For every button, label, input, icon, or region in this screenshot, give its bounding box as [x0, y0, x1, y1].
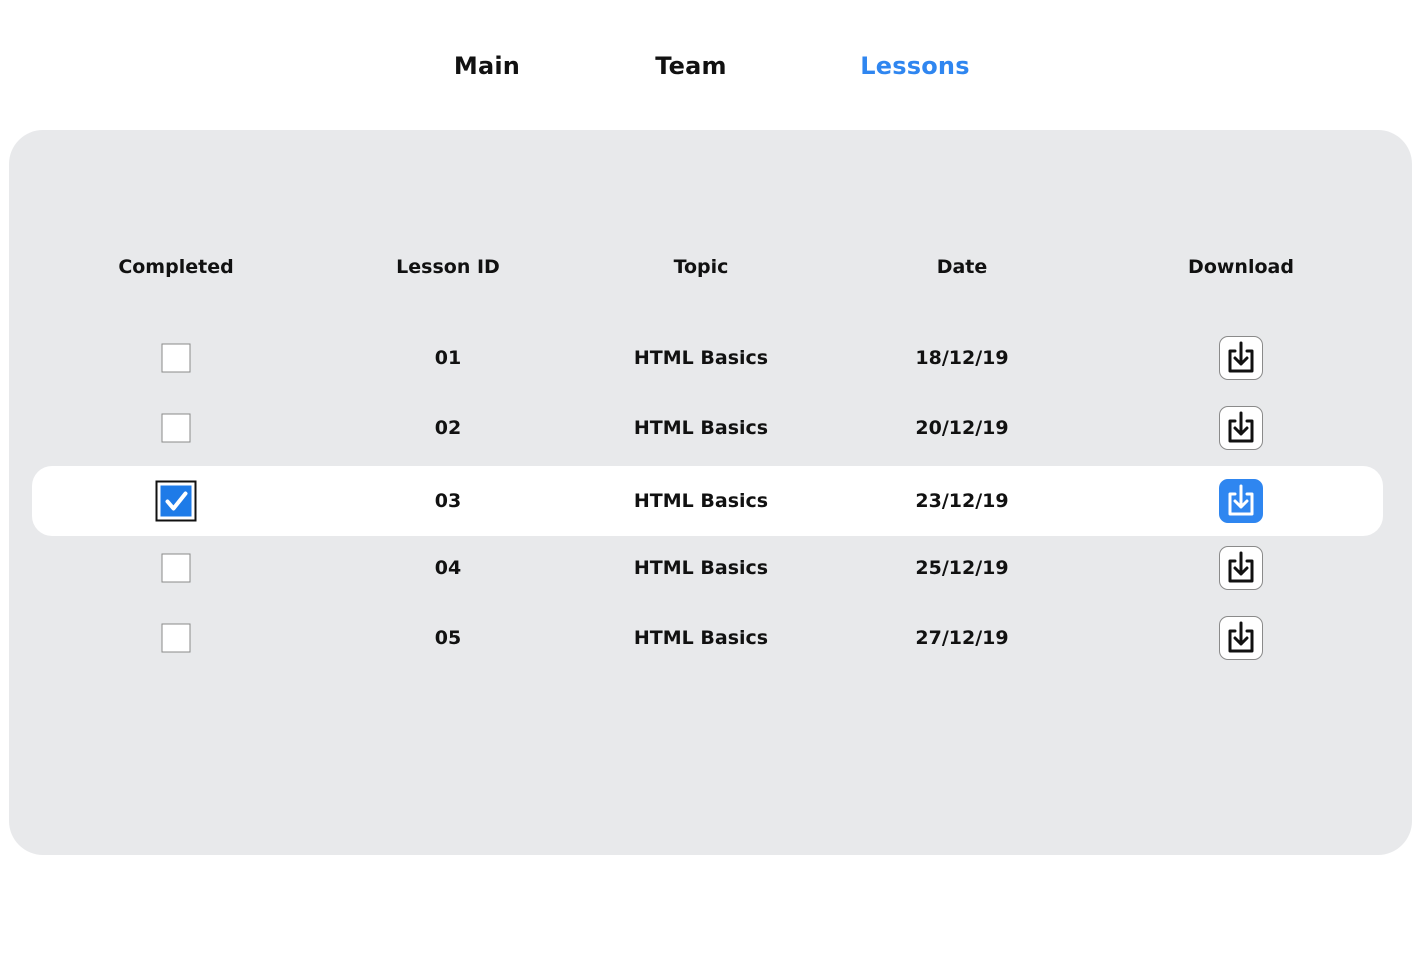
completed-checkbox-checked[interactable]: [155, 480, 197, 522]
nav-link-main[interactable]: Main: [454, 52, 520, 80]
table-row[interactable]: 04 HTML Basics 25/12/19: [32, 533, 1383, 603]
download-button[interactable]: [1219, 546, 1263, 590]
download-button[interactable]: [1219, 336, 1263, 380]
topic-cell: HTML Basics: [633, 490, 769, 512]
lessons-panel: Completed Lesson ID Topic Date Download …: [9, 130, 1412, 855]
date-cell: 27/12/19: [915, 627, 1009, 649]
topic-cell: HTML Basics: [633, 557, 769, 579]
table-row[interactable]: 01 HTML Basics 18/12/19: [32, 323, 1383, 393]
lesson-id-cell: 03: [434, 490, 462, 512]
header-topic: Topic: [673, 256, 729, 278]
lesson-id-cell: 04: [434, 557, 462, 579]
nav-link-team[interactable]: Team: [655, 52, 726, 80]
lesson-id-cell: 01: [434, 347, 462, 369]
table-row[interactable]: 02 HTML Basics 20/12/19: [32, 393, 1383, 463]
download-icon: [1228, 621, 1254, 653]
date-cell: 23/12/19: [915, 490, 1009, 512]
date-cell: 20/12/19: [915, 417, 1009, 439]
date-cell: 25/12/19: [915, 557, 1009, 579]
header-completed: Completed: [118, 256, 234, 278]
header-lesson-id: Lesson ID: [396, 256, 500, 278]
download-button[interactable]: [1219, 616, 1263, 660]
download-icon: [1228, 484, 1254, 516]
download-button[interactable]: [1219, 406, 1263, 450]
download-icon: [1228, 411, 1254, 443]
checkbox-fill: [160, 485, 192, 517]
topic-cell: HTML Basics: [633, 627, 769, 649]
lesson-id-cell: 02: [434, 417, 462, 439]
table-row[interactable]: 05 HTML Basics 27/12/19: [32, 603, 1383, 673]
download-icon: [1228, 551, 1254, 583]
top-nav: Main Team Lessons: [0, 52, 1421, 88]
nav-link-lessons[interactable]: Lessons: [860, 52, 969, 80]
download-button-active[interactable]: [1219, 479, 1263, 523]
completed-checkbox[interactable]: [161, 413, 191, 443]
completed-checkbox[interactable]: [161, 623, 191, 653]
topic-cell: HTML Basics: [633, 347, 769, 369]
table-row-selected[interactable]: 03 HTML Basics 23/12/19: [32, 466, 1383, 536]
check-icon: [165, 491, 187, 510]
header-download: Download: [1188, 256, 1294, 278]
download-icon: [1228, 341, 1254, 373]
lesson-id-cell: 05: [434, 627, 462, 649]
date-cell: 18/12/19: [915, 347, 1009, 369]
completed-checkbox[interactable]: [161, 343, 191, 373]
topic-cell: HTML Basics: [633, 417, 769, 439]
header-date: Date: [936, 256, 988, 278]
completed-checkbox[interactable]: [161, 553, 191, 583]
